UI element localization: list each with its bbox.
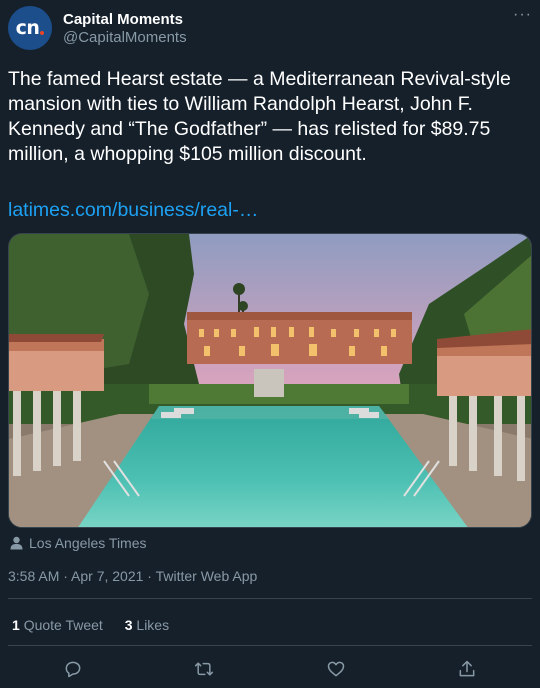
media-source: Los Angeles Times	[10, 535, 147, 551]
like-count: 3	[124, 617, 133, 633]
user-handle[interactable]: @CapitalMoments	[63, 29, 187, 46]
likes-stat[interactable]: 3 Likes	[125, 617, 169, 633]
divider	[8, 598, 532, 599]
share-icon[interactable]	[453, 655, 481, 683]
like-icon[interactable]	[322, 655, 350, 683]
quote-tweets-stat[interactable]: 1 Quote Tweet	[12, 617, 103, 633]
avatar-logo: cn	[16, 17, 45, 39]
tweet-stats: 1 Quote Tweet 3 Likes	[12, 617, 187, 633]
tweet-timestamp[interactable]: 3:58 AM · Apr 7, 2021 · Twitter Web App	[8, 568, 257, 584]
more-options-icon[interactable]: ···	[513, 6, 532, 24]
reply-icon[interactable]	[59, 655, 87, 683]
tweet-header: cn Capital Moments @CapitalMoments ···	[8, 6, 532, 54]
display-name[interactable]: Capital Moments	[63, 11, 183, 28]
tweet-text: The famed Hearst estate — a Mediterranea…	[8, 68, 511, 165]
avatar[interactable]: cn	[8, 6, 52, 50]
quote-label: Quote Tweet	[23, 617, 103, 633]
likes-label: Likes	[136, 617, 170, 633]
divider	[8, 645, 532, 646]
tweet-photo[interactable]	[8, 233, 532, 528]
action-bar	[0, 655, 540, 683]
quote-count: 1	[12, 617, 20, 633]
media-source-label: Los Angeles Times	[29, 535, 147, 551]
person-icon	[10, 536, 23, 550]
article-link[interactable]: latimes.com/business/real-…	[8, 199, 258, 222]
retweet-icon[interactable]	[190, 655, 218, 683]
